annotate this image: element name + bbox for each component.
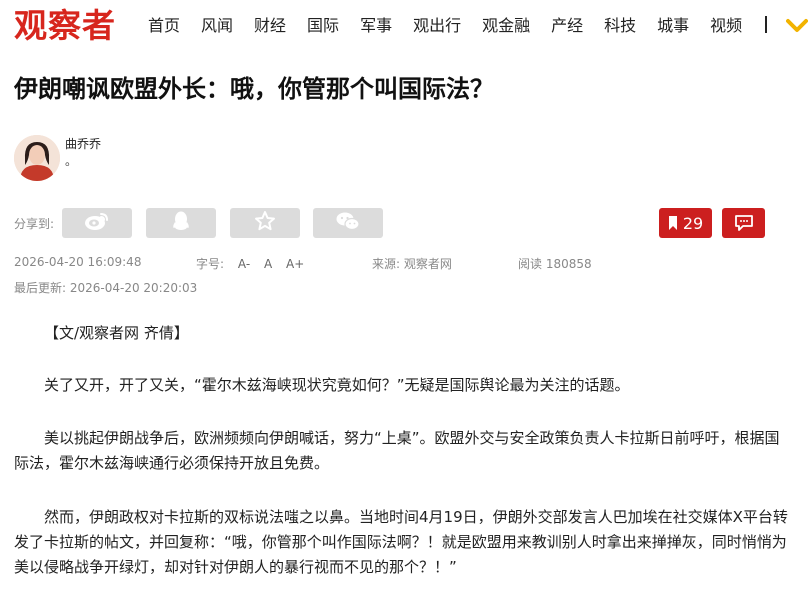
author-avatar[interactable] xyxy=(14,135,60,181)
font-size-control: 字号: A- A A+ xyxy=(196,255,304,272)
share-favorite-button[interactable] xyxy=(230,208,300,238)
weibo-icon xyxy=(84,211,110,235)
wechat-icon xyxy=(335,210,361,236)
font-normal-button[interactable]: A xyxy=(264,257,272,271)
nav-item-military[interactable]: 军事 xyxy=(360,14,392,38)
read-count: 阅读 180858 xyxy=(518,257,592,271)
nav-item-fengwen[interactable]: 风闻 xyxy=(201,14,233,38)
nav-item-city[interactable]: 城事 xyxy=(657,14,689,38)
nav-item-video[interactable]: 视频 xyxy=(710,14,742,38)
comment-button[interactable] xyxy=(722,208,765,238)
share-wechat-button[interactable] xyxy=(313,208,383,238)
like-button[interactable]: 29 xyxy=(659,208,712,238)
font-size-label: 字号: xyxy=(196,257,225,271)
article-paragraph: 关了又开，开了又关，“霍尔木兹海峡现状究竟如何？”无疑是国际舆论最为关注的话题。 xyxy=(44,376,630,394)
like-count: 29 xyxy=(682,213,704,233)
nav-divider xyxy=(765,16,767,33)
comment-icon xyxy=(734,214,754,232)
bookmark-icon xyxy=(668,215,678,231)
favorite-star-icon xyxy=(254,210,276,236)
nav-item-finance[interactable]: 财经 xyxy=(254,14,286,38)
share-label: 分享到: xyxy=(14,217,55,231)
article-byline: 【文/观察者网 齐倩】 xyxy=(44,324,189,342)
nav-item-fintech[interactable]: 观金融 xyxy=(482,14,530,38)
publish-date: 2026-04-20 16:09:48 xyxy=(14,255,142,269)
font-larger-button[interactable]: A+ xyxy=(286,257,304,271)
nav-item-travel[interactable]: 观出行 xyxy=(413,14,461,38)
last-updated: 最后更新: 2026-04-20 20:20:03 xyxy=(14,281,198,295)
author-name[interactable]: 曲乔乔 xyxy=(65,135,101,152)
main-nav: 首页 风闻 财经 国际 军事 观出行 观金融 产经 科技 城事 视频 xyxy=(148,14,763,38)
font-smaller-button[interactable]: A- xyxy=(238,257,250,271)
chevron-down-icon[interactable] xyxy=(786,15,808,35)
nav-item-home[interactable]: 首页 xyxy=(148,14,180,38)
share-weibo-button[interactable] xyxy=(62,208,132,238)
nav-item-industry[interactable]: 产经 xyxy=(551,14,583,38)
article-title: 伊朗嘲讽欧盟外长：哦，你管那个叫国际法？ xyxy=(14,75,494,103)
article-paragraph: 美以挑起伊朗战争后，欧洲频频向伊朗喊话，努力“上桌”。欧盟外交与安全政策负责人卡… xyxy=(14,429,780,472)
share-qq-button[interactable] xyxy=(146,208,216,238)
article-paragraph: 然而，伊朗政权对卡拉斯的双标说法嗤之以鼻。当地时间4月19日，伊朗外交部发言人巴… xyxy=(14,508,788,576)
qq-icon xyxy=(170,210,192,236)
nav-item-tech[interactable]: 科技 xyxy=(604,14,636,38)
article-source: 来源: 观察者网 xyxy=(372,257,452,271)
author-bio: 。 xyxy=(65,154,78,168)
site-logo[interactable]: 观察者 xyxy=(14,4,116,48)
nav-item-international[interactable]: 国际 xyxy=(307,14,339,38)
